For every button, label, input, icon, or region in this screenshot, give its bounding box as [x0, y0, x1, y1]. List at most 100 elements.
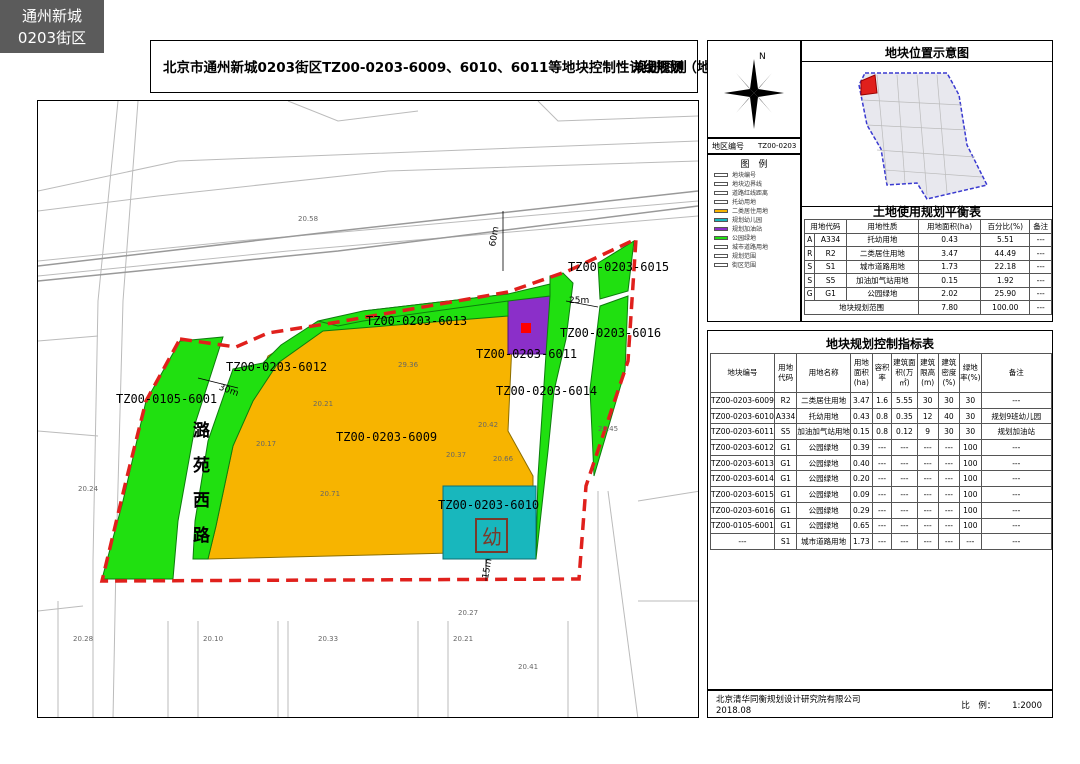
- index-header-cell: 地块编号: [710, 353, 775, 393]
- landuse-cell: ---: [1029, 246, 1052, 261]
- district-label: 通州新城 0203街区: [0, 0, 104, 53]
- plan-map[interactable]: 60m 25m 30m 15m 29.36 20.21 20.17 20.37 20.4…: [37, 100, 699, 718]
- landuse-cell: S5: [814, 273, 847, 288]
- legend-label: 公园绿地: [732, 235, 757, 242]
- index-cell: ---: [891, 454, 918, 472]
- index-cell: ---: [871, 533, 893, 550]
- road-name-char-3: 西: [193, 491, 210, 511]
- legend-label: 街区范围: [732, 262, 757, 269]
- index-cell: ---: [980, 470, 1053, 488]
- index-cell: 30: [916, 392, 939, 409]
- index-header-cell: 建筑面积(万㎡): [891, 353, 918, 393]
- index-header-cell: 建筑密度(%): [937, 353, 961, 393]
- landuse-header-area: 用地面积(ha): [917, 219, 982, 234]
- gas-station-icon: [521, 323, 531, 333]
- landuse-row: R R2 二类居住用地 3.47 44.49 ---: [803, 246, 1052, 261]
- compass-panel: N: [707, 40, 801, 138]
- landuse-total-cell: ---: [1029, 300, 1052, 315]
- landuse-cell: 44.49: [980, 246, 1031, 261]
- index-cell: 0.39: [849, 439, 873, 456]
- index-cell: 公园绿地: [796, 439, 851, 456]
- legend-item: 规划加油站: [714, 225, 762, 233]
- page-subtitle: 规划图则: [633, 60, 687, 76]
- index-cell: G1: [773, 439, 798, 456]
- landuse-cell: 0.43: [917, 232, 982, 247]
- index-cell: 公园绿地: [796, 486, 851, 503]
- index-header-cell: 用地名称: [796, 353, 851, 393]
- index-cell: ---: [980, 533, 1053, 550]
- index-cell: 公园绿地: [796, 454, 851, 472]
- landuse-header-code: 用地代码: [804, 219, 847, 234]
- index-cell: 公园绿地: [796, 470, 851, 488]
- index-cell: ---: [937, 517, 961, 535]
- index-cell: TZ00-0203-6011: [710, 423, 775, 441]
- landuse-cell: ---: [1029, 232, 1052, 247]
- legend-item: 街区范围: [714, 261, 757, 269]
- index-header-cell: 用地面积(ha): [849, 353, 873, 393]
- index-cell: ---: [891, 486, 918, 503]
- label-6013: TZ00-0203-6013: [366, 314, 467, 328]
- landuse-row: G G1 公园绿地 2.02 25.90 ---: [803, 286, 1052, 301]
- kindergarten-char: 幼: [482, 525, 502, 549]
- index-cell: 40: [937, 407, 961, 425]
- legend-swatch: [714, 208, 728, 213]
- landuse-cell: 二类居住用地: [845, 246, 919, 261]
- elevation-label: 20.17: [256, 440, 276, 448]
- landuse-header-percent: 百分比(%): [980, 219, 1031, 234]
- legend-item: 规划范围: [714, 252, 756, 260]
- index-cell: ---: [871, 486, 893, 503]
- legend-label: 二类居住用地: [732, 208, 769, 215]
- road-name-char-1: 潞: [193, 420, 211, 441]
- landuse-total-row: 地块规划范围 7.80 100.00 ---: [804, 300, 1052, 315]
- label-6010: TZ00-0203-6010: [438, 498, 539, 512]
- legend-label: 规划幼儿园: [732, 217, 763, 224]
- dim-25m: 25m: [569, 296, 589, 306]
- index-cell: ---: [959, 533, 982, 550]
- index-cell: ---: [891, 470, 918, 488]
- index-cell: TZ00-0203-6016: [710, 501, 775, 519]
- legend-swatch: [714, 244, 728, 249]
- index-cell: ---: [937, 533, 961, 550]
- north-arrow-icon: N: [724, 52, 784, 129]
- index-cell: 100: [959, 517, 982, 535]
- landuse-cell: 22.18: [980, 259, 1031, 274]
- index-cell: A334: [773, 407, 798, 425]
- index-header-cell: 建筑限高(m): [916, 353, 939, 393]
- legend-swatch: [714, 172, 728, 177]
- index-cell: 公园绿地: [796, 501, 851, 519]
- label-6016: TZ00-0203-6016: [560, 326, 661, 340]
- elevation-label: 20.21: [313, 400, 333, 408]
- index-cell: S5: [773, 423, 798, 441]
- index-cell: ---: [980, 501, 1053, 519]
- landuse-cell: G: [803, 286, 816, 301]
- district-code-row: 地区编号 TZ00-0203: [707, 138, 801, 154]
- legend-item: 公园绿地: [714, 234, 757, 242]
- index-cell: ---: [937, 486, 961, 503]
- index-cell: ---: [937, 501, 961, 519]
- index-cell: 100: [959, 470, 982, 488]
- legend-item: 城市道路用地: [714, 243, 769, 251]
- index-cell: ---: [871, 501, 893, 519]
- elevation-label: 20.21: [453, 635, 473, 643]
- index-table: 地块编号 用地代码 用地名称 用地面积(ha) 容积率 建筑面积(万㎡) 建筑限高(m) 建筑…: [710, 353, 1053, 550]
- legend-item: 道路红线距离: [714, 189, 768, 197]
- legend-label: 城市道路用地: [732, 244, 769, 251]
- legend-item: 托幼用地: [714, 198, 756, 206]
- index-header-cell: 容积率: [871, 353, 893, 393]
- index-row: --- S1 城市道路用地 1.73 --- --- --- --- --- ---: [710, 533, 1053, 550]
- label-6011: TZ00-0203-6011: [476, 347, 577, 361]
- scale: 比 例： 1:2000: [961, 699, 1042, 711]
- district-code-label: 地区编号: [712, 142, 744, 151]
- index-cell: 0.65: [849, 517, 873, 535]
- index-cell: 0.15: [849, 423, 873, 441]
- index-cell: ---: [980, 439, 1053, 456]
- index-cell: 30: [937, 392, 961, 409]
- elevation-label: 20.71: [320, 490, 340, 498]
- landuse-title: 土地使用规划平衡表: [872, 205, 981, 219]
- legend-swatch: [714, 217, 728, 222]
- index-cell: 0.8: [871, 407, 893, 425]
- index-cell: 0.40: [849, 454, 873, 472]
- legend-swatch: [714, 190, 728, 195]
- landuse-cell: 0.15: [917, 273, 982, 288]
- date: 2018.08: [716, 706, 752, 716]
